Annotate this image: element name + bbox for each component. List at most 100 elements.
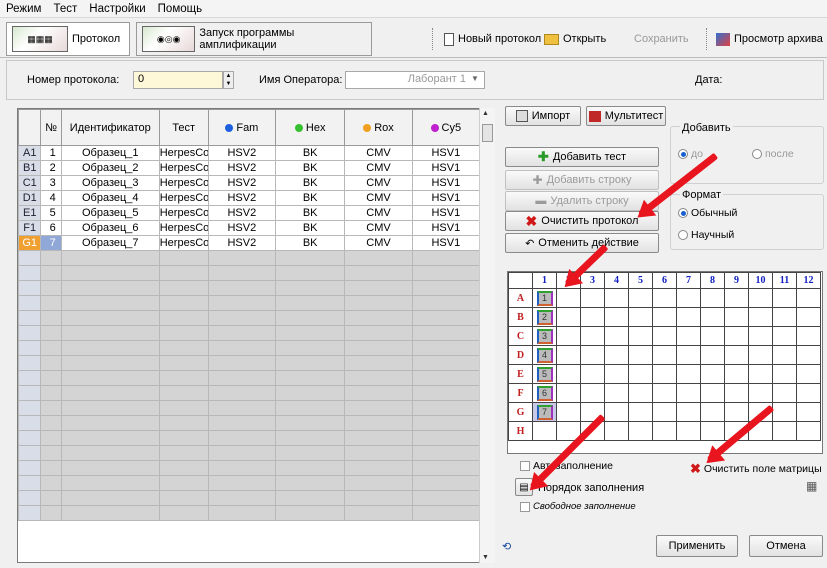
plate-well[interactable] <box>676 421 701 441</box>
table-scrollbar[interactable]: ▲ ▼ <box>479 108 495 563</box>
menu-settings[interactable]: Настройки <box>83 0 151 18</box>
plate-well[interactable] <box>676 326 701 346</box>
cell-fam[interactable]: HSV2 <box>207 160 277 176</box>
cell-cy5[interactable]: HSV1 <box>411 205 481 221</box>
cell-hex[interactable]: BK <box>274 175 346 191</box>
plate-row-header[interactable]: H <box>508 421 533 441</box>
cell-fam[interactable]: HSV2 <box>207 235 277 251</box>
cell-rox[interactable]: CMV <box>344 235 413 251</box>
plate-well[interactable] <box>772 288 797 308</box>
cell-hex[interactable]: BK <box>274 205 346 221</box>
plate-well[interactable]: 6 <box>532 383 557 403</box>
plate-column-header[interactable]: 8 <box>700 272 725 289</box>
plate-column-header[interactable]: 9 <box>724 272 749 289</box>
plate-row-header[interactable]: F <box>508 383 533 403</box>
plate-column-header[interactable]: 11 <box>772 272 797 289</box>
cell-fam[interactable]: HSV2 <box>207 145 277 161</box>
plate-well[interactable] <box>748 364 773 384</box>
plate-column-header[interactable]: 5 <box>628 272 653 289</box>
plate-well[interactable] <box>604 421 629 441</box>
plate-column-header[interactable]: 6 <box>652 272 677 289</box>
plate-well[interactable] <box>748 307 773 327</box>
plate-well[interactable] <box>796 402 821 422</box>
plate-well[interactable] <box>772 345 797 365</box>
cell-cy5[interactable]: HSV1 <box>411 220 481 236</box>
plate-well[interactable] <box>724 307 749 327</box>
plate-well[interactable] <box>532 421 557 441</box>
plate-column-header[interactable]: 1 <box>532 272 557 289</box>
column-header-cy5[interactable]: Cy5 <box>411 109 481 146</box>
cell-fam[interactable]: HSV2 <box>207 220 277 236</box>
plate-well[interactable] <box>700 383 725 403</box>
cell-number[interactable]: 2 <box>40 160 62 176</box>
plate-well[interactable] <box>628 421 653 441</box>
save-button[interactable]: Сохранить <box>630 28 693 50</box>
scroll-up-icon[interactable]: ▲ <box>482 110 489 117</box>
cell-test[interactable]: HerpesCom <box>158 190 209 206</box>
cell-fam[interactable]: HSV2 <box>207 190 277 206</box>
plate-well[interactable] <box>652 307 677 327</box>
column-header-test[interactable]: Тест <box>158 109 209 146</box>
row-header-well[interactable]: A1 <box>18 145 42 161</box>
plate-well[interactable] <box>700 288 725 308</box>
plate-well[interactable] <box>652 383 677 403</box>
plate-well[interactable] <box>652 326 677 346</box>
plate-well[interactable] <box>628 307 653 327</box>
plate-well[interactable] <box>796 364 821 384</box>
plate-well[interactable] <box>628 383 653 403</box>
plate-well[interactable] <box>676 307 701 327</box>
plate-well[interactable] <box>604 307 629 327</box>
plate-well[interactable] <box>556 326 581 346</box>
plate-well[interactable] <box>580 288 605 308</box>
scroll-down-icon[interactable]: ▼ <box>482 554 489 561</box>
row-header-well[interactable]: D1 <box>18 190 42 206</box>
plate-well[interactable] <box>580 307 605 327</box>
import-button[interactable]: Импорт <box>505 106 581 126</box>
cell-rox[interactable]: CMV <box>344 205 413 221</box>
plate-well[interactable] <box>796 288 821 308</box>
table-row[interactable]: A11Образец_1HerpesComHSV2BKCMVHSV1 <box>18 145 481 161</box>
plate-well[interactable] <box>604 326 629 346</box>
cell-test[interactable]: HerpesCom <box>158 220 209 236</box>
cell-hex[interactable]: BK <box>274 235 346 251</box>
add-test-button[interactable]: ✚ Добавить тест <box>505 147 659 167</box>
cell-rox[interactable]: CMV <box>344 190 413 206</box>
cell-cy5[interactable]: HSV1 <box>411 175 481 191</box>
plate-well[interactable] <box>724 288 749 308</box>
plate-well[interactable] <box>748 288 773 308</box>
multitest-button[interactable]: Мультитест <box>586 106 666 126</box>
plate-well[interactable] <box>580 383 605 403</box>
cell-identifier[interactable]: Образец_2 <box>60 160 160 176</box>
view-archive-button[interactable]: Просмотр архива <box>712 28 827 50</box>
cell-test[interactable]: HerpesCom <box>158 145 209 161</box>
cell-test[interactable]: HerpesCom <box>158 205 209 221</box>
cell-hex[interactable]: BK <box>274 145 346 161</box>
refresh-icon[interactable]: ⟲ <box>502 540 511 553</box>
operator-name-select[interactable]: Лаборант 1 <box>345 71 485 89</box>
plate-well[interactable] <box>652 288 677 308</box>
plate-well[interactable] <box>724 402 749 422</box>
plate-well[interactable] <box>556 307 581 327</box>
row-header-well[interactable]: C1 <box>18 175 42 191</box>
cell-hex[interactable]: BK <box>274 190 346 206</box>
plate-row-header[interactable]: B <box>508 307 533 327</box>
apply-button[interactable]: Применить <box>656 535 738 557</box>
cell-rox[interactable]: CMV <box>344 145 413 161</box>
plate-row-header[interactable]: G <box>508 402 533 422</box>
plate-well[interactable] <box>796 307 821 327</box>
new-protocol-button[interactable]: Новый протокол <box>440 28 545 50</box>
plate-well[interactable] <box>700 307 725 327</box>
protocol-number-input[interactable]: 0 <box>133 71 223 89</box>
scroll-thumb[interactable] <box>482 124 493 142</box>
cell-identifier[interactable]: Образец_4 <box>60 190 160 206</box>
plate-well[interactable] <box>628 345 653 365</box>
plate-well[interactable] <box>772 307 797 327</box>
plate-well[interactable]: 3 <box>532 326 557 346</box>
column-header-rox[interactable]: Rox <box>344 109 413 146</box>
plate-well[interactable] <box>772 364 797 384</box>
cell-rox[interactable]: CMV <box>344 175 413 191</box>
plate-well[interactable] <box>628 402 653 422</box>
plate-column-header[interactable]: 7 <box>676 272 701 289</box>
undo-button[interactable]: ↶ Отменить действие <box>505 233 659 253</box>
cell-number[interactable]: 5 <box>40 205 62 221</box>
